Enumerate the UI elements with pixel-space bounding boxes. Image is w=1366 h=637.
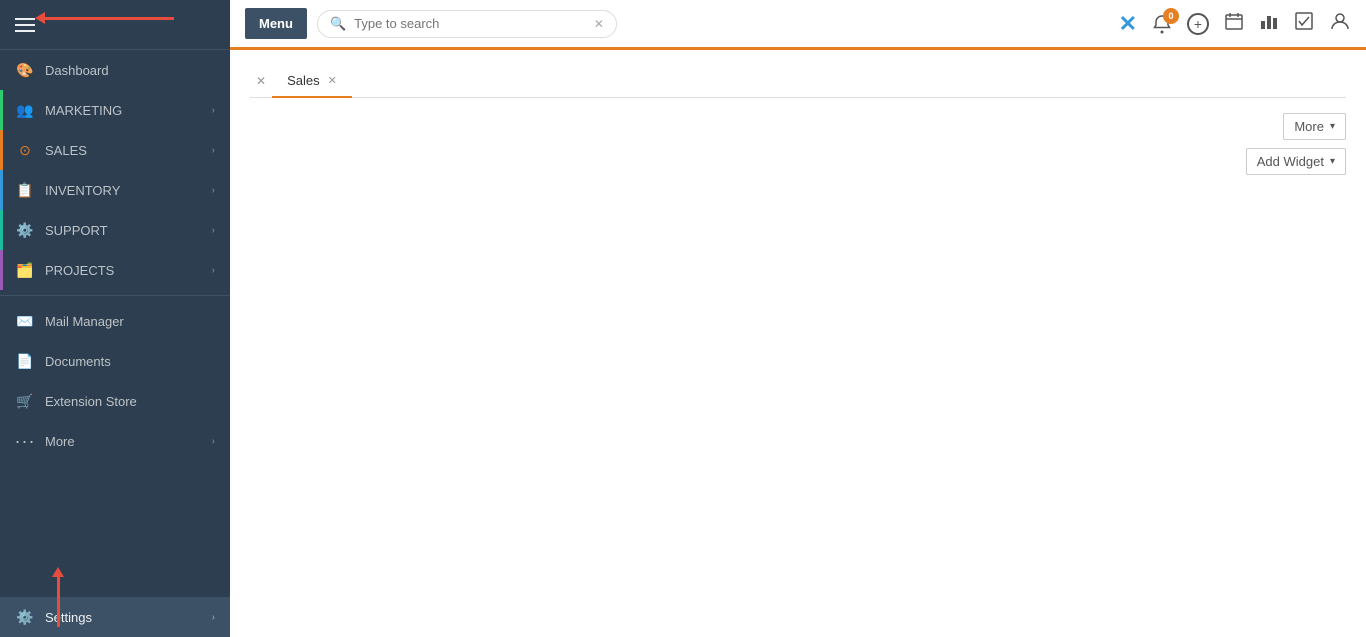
sidebar-item-more-label: More — [45, 434, 212, 449]
sidebar-item-documents[interactable]: 📄 Documents — [0, 341, 230, 381]
tab-sales-close-icon[interactable]: ✕ — [328, 74, 337, 87]
topbar: Menu 🔍 ✕ ✕ 0 + — [230, 0, 1366, 50]
notifications-icon[interactable]: 0 — [1152, 13, 1172, 34]
dashboard-area: ✕ Sales ✕ More ▾ Add Widget ▾ — [230, 50, 1366, 637]
chevron-projects: › — [212, 265, 215, 276]
top-right-buttons: More ▾ Add Widget ▾ — [1246, 113, 1346, 175]
add-widget-button[interactable]: Add Widget ▾ — [1246, 148, 1346, 175]
chevron-more: › — [212, 436, 215, 447]
search-box: 🔍 ✕ — [317, 10, 617, 38]
sidebar-item-projects-label: PROJECTS — [45, 263, 212, 278]
sidebar-item-dashboard[interactable]: 🎨 Dashboard — [0, 50, 230, 90]
inventory-icon: 📋 — [15, 180, 35, 200]
sidebar-item-dashboard-label: Dashboard — [45, 63, 215, 78]
chevron-settings: › — [212, 612, 215, 623]
topbar-icons: ✕ 0 + — [1119, 10, 1351, 37]
extension-store-icon: 🛒 — [15, 391, 35, 411]
tab-sales-label: Sales — [287, 73, 320, 88]
hamburger-icon[interactable] — [15, 18, 35, 32]
chart-icon[interactable] — [1259, 11, 1279, 36]
sidebar-item-extension-store-label: Extension Store — [45, 394, 215, 409]
hamburger-line-3 — [15, 30, 35, 32]
search-input[interactable] — [354, 16, 594, 31]
accent-bar-marketing — [0, 90, 3, 130]
more-chevron-icon: ▾ — [1330, 121, 1335, 132]
arrow-head-up — [52, 567, 64, 577]
sidebar-item-extension-store[interactable]: 🛒 Extension Store — [0, 381, 230, 421]
hamburger-line-2 — [15, 24, 35, 26]
sidebar-item-support[interactable]: ⚙️ SUPPORT › — [0, 210, 230, 250]
sidebar-item-marketing-label: MARKETING — [45, 103, 212, 118]
sidebar: 🎨 Dashboard 👥 MARKETING › ⊙ SALES › 📋 IN… — [0, 0, 230, 637]
add-widget-button-label: Add Widget — [1257, 154, 1324, 169]
more-button-label: More — [1294, 119, 1324, 134]
documents-icon: 📄 — [15, 351, 35, 371]
dashboard-header: More ▾ Add Widget ▾ — [250, 113, 1346, 175]
dashboard-icon: 🎨 — [15, 60, 35, 80]
sidebar-item-documents-label: Documents — [45, 354, 215, 369]
sidebar-item-more[interactable]: ··· More › — [0, 421, 230, 461]
add-icon[interactable]: + — [1187, 13, 1209, 35]
sidebar-item-mail-manager-label: Mail Manager — [45, 314, 215, 329]
sidebar-item-support-label: SUPPORT — [45, 223, 212, 238]
notification-badge: 0 — [1163, 8, 1179, 24]
tasks-icon[interactable] — [1294, 11, 1314, 36]
search-icon: 🔍 — [330, 16, 346, 32]
more-dots-icon: ··· — [15, 431, 35, 451]
crm-logo-icon[interactable]: ✕ — [1119, 11, 1137, 37]
chevron-inventory: › — [212, 185, 215, 196]
tab-close-x[interactable]: ✕ — [250, 66, 272, 98]
main-area: Menu 🔍 ✕ ✕ 0 + — [230, 0, 1366, 637]
menu-button[interactable]: Menu — [245, 8, 307, 39]
sidebar-item-inventory[interactable]: 📋 INVENTORY › — [0, 170, 230, 210]
mail-manager-icon: ✉️ — [15, 311, 35, 331]
settings-icon: ⚙️ — [15, 607, 35, 627]
sidebar-header — [0, 0, 230, 50]
sidebar-item-sales-label: SALES — [45, 143, 212, 158]
tab-sales[interactable]: Sales ✕ — [272, 65, 352, 98]
user-avatar-icon[interactable] — [1329, 10, 1351, 37]
more-button[interactable]: More ▾ — [1283, 113, 1346, 140]
accent-bar-inventory — [0, 170, 3, 210]
tab-bar: ✕ Sales ✕ — [250, 65, 1346, 98]
sidebar-item-mail-manager[interactable]: ✉️ Mail Manager — [0, 301, 230, 341]
chevron-marketing: › — [212, 105, 215, 116]
sidebar-item-settings-label: Settings — [45, 610, 212, 625]
search-clear-icon[interactable]: ✕ — [594, 17, 604, 31]
marketing-icon: 👥 — [15, 100, 35, 120]
accent-bar-sales — [0, 130, 3, 170]
chevron-support: › — [212, 225, 215, 236]
support-icon: ⚙️ — [15, 220, 35, 240]
sidebar-item-sales[interactable]: ⊙ SALES › — [0, 130, 230, 170]
hamburger-line-1 — [15, 18, 35, 20]
calendar-icon[interactable] — [1224, 11, 1244, 36]
accent-bar-projects — [0, 250, 3, 290]
projects-icon: 🗂️ — [15, 260, 35, 280]
sidebar-item-marketing[interactable]: 👥 MARKETING › — [0, 90, 230, 130]
sales-icon: ⊙ — [15, 140, 35, 160]
sidebar-item-projects[interactable]: 🗂️ PROJECTS › — [0, 250, 230, 290]
chevron-sales: › — [212, 145, 215, 156]
add-widget-chevron-icon: ▾ — [1330, 156, 1335, 167]
sidebar-divider-1 — [0, 295, 230, 296]
accent-bar-support — [0, 210, 3, 250]
sidebar-item-settings[interactable]: ⚙️ Settings › ⚙️ CRM Settings 👤 Manage U… — [0, 597, 230, 637]
sidebar-item-inventory-label: INVENTORY — [45, 183, 212, 198]
